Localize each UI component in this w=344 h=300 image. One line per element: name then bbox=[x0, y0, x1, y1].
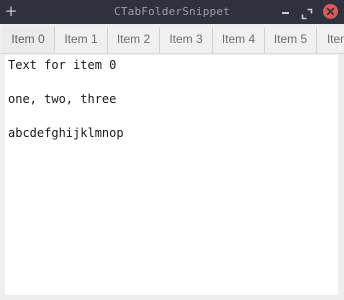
tab-content-text[interactable]: Text for item 0 one, two, three abcdefgh… bbox=[5, 55, 338, 295]
tab-label: Item 2 bbox=[116, 32, 151, 46]
minimize-icon[interactable] bbox=[280, 4, 292, 20]
tab-item-3[interactable]: Item 3 bbox=[160, 27, 213, 53]
tab-label: Item 3 bbox=[169, 32, 203, 46]
content-line: one, two, three bbox=[8, 92, 117, 106]
tab-item-1[interactable]: Item 1 bbox=[55, 27, 108, 53]
tab-item-4[interactable]: Item 4 bbox=[213, 27, 265, 53]
tab-item-0[interactable]: Item 0 bbox=[2, 27, 55, 53]
tab-label: Item 4 bbox=[221, 32, 256, 46]
tab-item-5[interactable]: Item 5 bbox=[265, 27, 317, 53]
maximize-icon[interactable] bbox=[301, 5, 313, 20]
tab-label: Item 1 bbox=[64, 32, 98, 46]
tab-divider bbox=[0, 53, 344, 54]
tab-label: Item 5 bbox=[273, 32, 308, 46]
app-window: + CTabFolderSnippet Item 0 Item 1 Item 2 bbox=[0, 0, 344, 300]
window-title: CTabFolderSnippet bbox=[114, 5, 230, 18]
close-icon[interactable] bbox=[323, 4, 338, 19]
tab-label: Item 0 bbox=[11, 32, 45, 46]
tab-folder: Item 0 Item 1 Item 2 Item 3 Item 4 Item … bbox=[2, 27, 344, 53]
tab-label: Item 6 bbox=[326, 32, 344, 46]
client-area: Item 0 Item 1 Item 2 Item 3 Item 4 Item … bbox=[0, 24, 344, 300]
content-line: Text for item 0 bbox=[8, 58, 117, 72]
tab-item-2[interactable]: Item 2 bbox=[108, 27, 160, 53]
content-line: abcdefghijklmnop bbox=[8, 126, 124, 140]
title-bar[interactable]: + CTabFolderSnippet bbox=[0, 0, 344, 24]
tab-item-6[interactable]: Item 6 bbox=[317, 27, 344, 53]
